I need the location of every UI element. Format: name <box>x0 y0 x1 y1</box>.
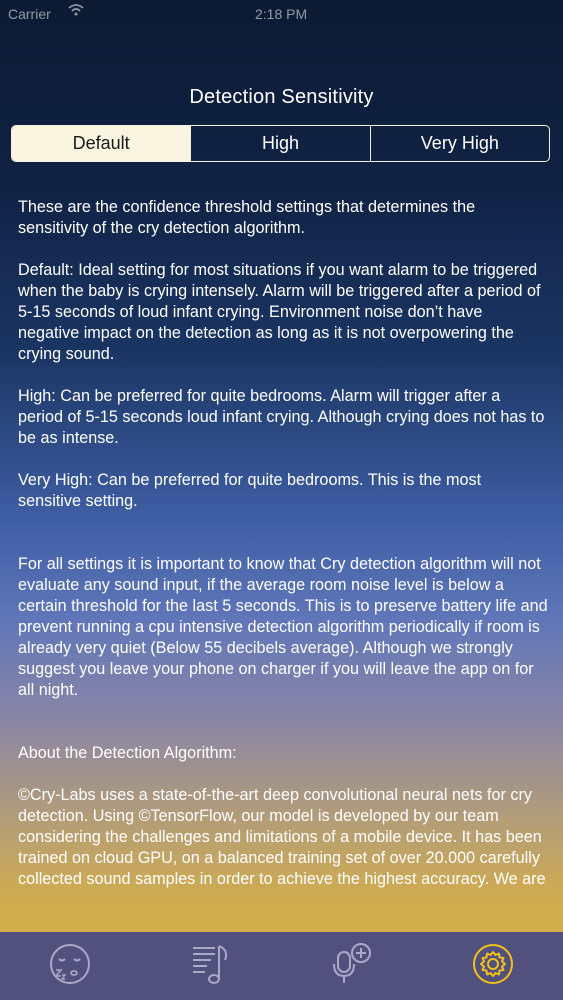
status-time: 2:18 PM <box>255 6 308 22</box>
gear-icon <box>471 942 515 991</box>
tab-bar <box>0 932 563 1000</box>
intro-paragraph: These are the confidence threshold setti… <box>18 198 476 237</box>
all-settings-paragraph: For all settings it is important to know… <box>18 555 548 699</box>
tab-settings[interactable] <box>463 936 523 996</box>
tab-playlist[interactable] <box>181 936 241 996</box>
sleeping-face-icon <box>48 942 92 991</box>
status-bar: Carrier 2:18 PM <box>0 0 563 28</box>
segment-very-high[interactable]: Very High <box>371 126 549 161</box>
very-high-paragraph: Very High: Can be preferred for quite be… <box>18 471 482 510</box>
tab-sleep[interactable] <box>40 936 100 996</box>
music-list-icon <box>189 942 233 991</box>
segment-high[interactable]: High <box>191 126 371 161</box>
about-heading: About the Detection Algorithm: <box>18 744 237 762</box>
high-paragraph: High: Can be preferred for quite bedroom… <box>18 387 545 447</box>
carrier-label: Carrier <box>8 6 51 22</box>
microphone-add-icon <box>330 942 374 991</box>
segment-default[interactable]: Default <box>12 126 192 161</box>
description-text[interactable]: These are the confidence threshold setti… <box>18 197 548 932</box>
sensitivity-segmented-control: Default High Very High <box>11 125 550 162</box>
tab-record[interactable] <box>322 936 382 996</box>
default-paragraph: Default: Ideal setting for most situatio… <box>18 261 541 363</box>
about-paragraph: ©Cry-Labs uses a state-of-the-art deep c… <box>18 786 546 888</box>
wifi-icon <box>68 4 84 19</box>
page-title: Detection Sensitivity <box>189 86 374 108</box>
